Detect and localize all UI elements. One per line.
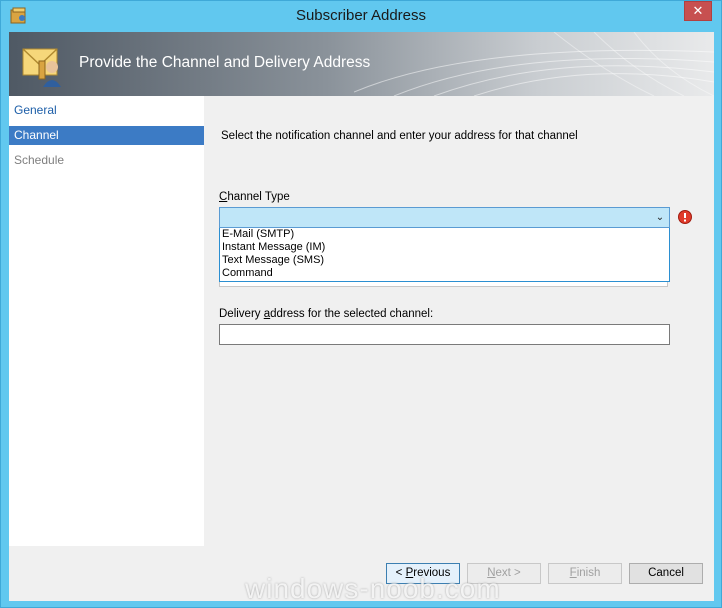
channel-type-label: Channel Type — [219, 191, 290, 203]
dialog-window: Subscriber Address ✕ Provide the Channel… — [0, 0, 722, 608]
client-area: Provide the Channel and Delivery Address… — [9, 32, 714, 601]
window-title: Subscriber Address — [295, 7, 427, 24]
wizard-nav: General Channel Schedule — [9, 96, 204, 546]
nav-item-channel[interactable]: Channel — [9, 126, 204, 145]
channel-type-label-text: hannel Type — [227, 191, 290, 203]
close-button[interactable]: ✕ — [684, 1, 712, 21]
title-bar[interactable]: Subscriber Address ✕ — [1, 1, 721, 32]
covered-field-edge — [219, 282, 668, 287]
finish-button: Finish — [548, 563, 622, 584]
content-panel: Select the notification channel and ente… — [204, 96, 714, 546]
delivery-label-end: ddress for the selected channel: — [270, 308, 434, 320]
error-icon — [678, 210, 692, 224]
decorative-waves — [354, 32, 714, 96]
finish-label-accel: F — [569, 567, 577, 579]
channel-type-combo[interactable]: ⌄ — [219, 207, 670, 228]
dropdown-option-sms[interactable]: Text Message (SMS) — [220, 254, 669, 267]
chevron-down-icon[interactable]: ⌄ — [653, 208, 667, 227]
envelope-user-icon — [22, 48, 61, 87]
delivery-address-label: Delivery address for the selected channe… — [219, 308, 433, 320]
nav-item-schedule: Schedule — [14, 153, 65, 167]
watermark: windows-noob.com — [245, 573, 501, 604]
dropdown-option-email[interactable]: E-Mail (SMTP) — [220, 228, 669, 241]
cancel-button[interactable]: Cancel — [629, 563, 703, 584]
nav-item-general[interactable]: General — [9, 101, 204, 120]
wizard-banner: Provide the Channel and Delivery Address — [9, 32, 714, 96]
instruction-text: Select the notification channel and ente… — [221, 130, 578, 142]
dropdown-option-command[interactable]: Command — [220, 267, 669, 280]
delivery-label-start: Delivery — [219, 308, 264, 320]
delivery-address-input[interactable] — [219, 324, 670, 345]
banner-title: Provide the Channel and Delivery Address — [79, 54, 371, 71]
finish-label-end: inish — [576, 567, 601, 579]
channel-type-dropdown: E-Mail (SMTP) Instant Message (IM) Text … — [219, 228, 670, 282]
dropdown-option-im[interactable]: Instant Message (IM) — [220, 241, 669, 254]
